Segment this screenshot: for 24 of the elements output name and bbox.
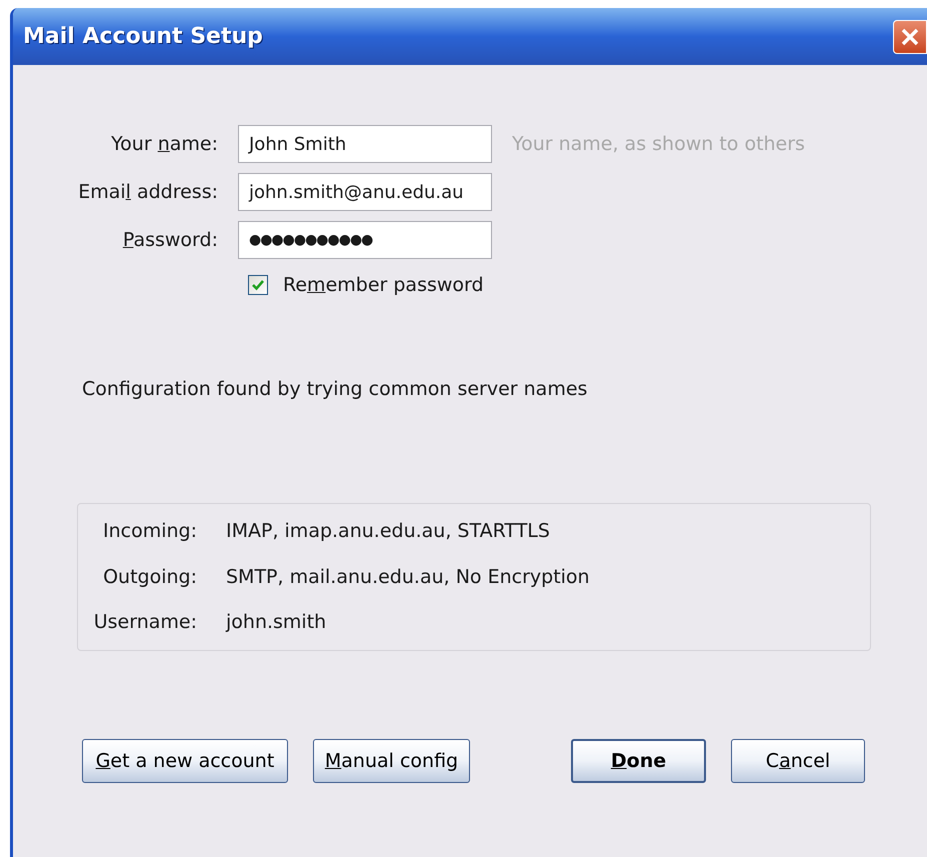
dialog-button[interactable]: Done [571,739,706,783]
checkbox[interactable] [248,275,268,296]
field-label: Email address: [77,180,218,205]
close-button[interactable] [893,20,927,54]
config-value: SMTP, mail.anu.edu.au, No Encryption [226,564,590,590]
field-label: Password: [122,228,218,253]
input-field[interactable]: John Smith [238,125,492,163]
window-title: Mail Account Setup [23,23,263,51]
close-icon [900,26,920,46]
config-label: Username: [92,610,197,636]
dialog-button[interactable]: Cancel [731,739,865,783]
dialog-button[interactable]: Get a new account [82,739,288,783]
config-value: IMAP, imap.anu.edu.au, STARTTLS [226,519,550,544]
field-label: Your name: [110,132,218,157]
field-hint: Your name, as shown to others [512,132,805,157]
config-value: john.smith [226,610,326,636]
dialog-button[interactable]: Manual config [313,739,470,783]
input-field[interactable]: ●●●●●●●●●●● [238,221,492,259]
input-field[interactable]: john.smith@anu.edu.au [238,173,492,211]
config-label: Incoming: [102,519,197,544]
status-text: Configuration found by trying common server names [82,378,588,400]
checkbox-label[interactable]: Remember password [283,271,484,300]
check-icon [251,278,265,292]
config-label: Outgoing: [102,564,197,590]
